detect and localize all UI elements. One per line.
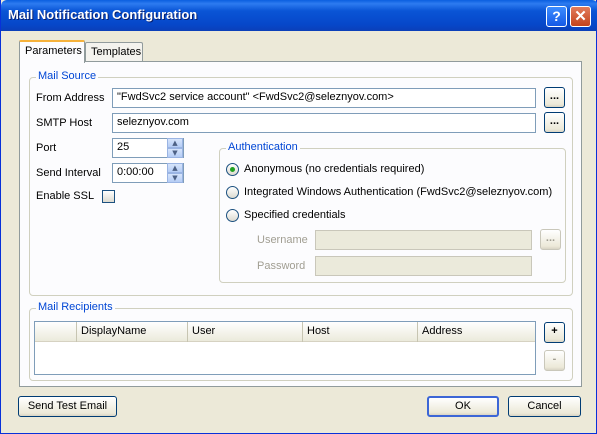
auth-specified-label[interactable]: Specified credentials [244,209,346,221]
column-header-user[interactable]: User [188,322,303,342]
tab-templates[interactable]: Templates [85,42,143,62]
auth-windows-label[interactable]: Integrated Windows Authentication (FwdSv… [244,186,552,198]
smtp-host-label: SMTP Host [36,117,93,129]
from-address-label: From Address [36,92,105,104]
send-test-email-button[interactable]: Send Test Email [18,396,117,417]
smtp-host-field[interactable]: seleznyov.com [112,113,536,133]
auth-specified-radio[interactable] [226,209,239,222]
ok-button[interactable]: OK [427,396,499,417]
send-interval-down-icon[interactable]: ▼ [167,173,183,183]
auth-anonymous-radio[interactable] [226,163,239,176]
enable-ssl-checkbox[interactable] [102,190,115,203]
authentication-legend: Authentication [226,141,300,153]
column-header-displayname[interactable]: DisplayName [77,322,188,342]
window-title: Mail Notification Configuration [8,7,198,22]
add-recipient-button[interactable]: + [544,322,565,343]
username-label: Username [257,234,308,246]
tab-parameters[interactable]: Parameters [19,40,85,63]
username-field[interactable] [315,230,532,250]
recipients-table-header: DisplayName User Host Address [35,322,535,342]
enable-ssl-label: Enable SSL [36,190,95,202]
password-field[interactable] [315,256,532,276]
title-bar[interactable]: Mail Notification Configuration ? ✕ [1,0,597,31]
port-down-icon[interactable]: ▼ [167,148,183,158]
port-stepper[interactable]: ▲ ▼ [167,138,183,158]
from-address-browse-button[interactable]: ... [544,87,565,108]
dialog-window: Mail Notification Configuration ? ✕ Para… [0,0,597,434]
send-interval-up-icon[interactable]: ▲ [167,163,183,173]
help-button[interactable]: ? [546,6,567,27]
password-label: Password [257,260,306,272]
auth-anonymous-label[interactable]: Anonymous (no credentials required) [244,163,424,175]
username-browse-button[interactable]: ... [540,229,561,250]
send-interval-label: Send Interval [36,167,101,179]
remove-recipient-button[interactable]: - [544,350,565,371]
column-header-address[interactable]: Address [418,322,535,342]
port-label: Port [36,142,57,154]
auth-windows-radio[interactable] [226,186,239,199]
column-header-host[interactable]: Host [303,322,418,342]
parameters-panel: Mail Source From Address "FwdSvc2 servic… [19,61,582,387]
mail-recipients-legend: Mail Recipients [36,301,115,313]
mail-source-legend: Mail Source [36,70,99,82]
send-interval-stepper[interactable]: ▲ ▼ [167,163,183,183]
from-address-field[interactable]: "FwdSvc2 service account" <FwdSvc2@selez… [112,88,536,108]
port-up-icon[interactable]: ▲ [167,138,183,148]
cancel-button[interactable]: Cancel [508,396,581,417]
close-button[interactable]: ✕ [570,6,591,27]
column-header-select[interactable] [35,322,77,342]
recipients-table[interactable]: DisplayName User Host Address [34,321,536,375]
smtp-host-browse-button[interactable]: ... [544,112,565,133]
